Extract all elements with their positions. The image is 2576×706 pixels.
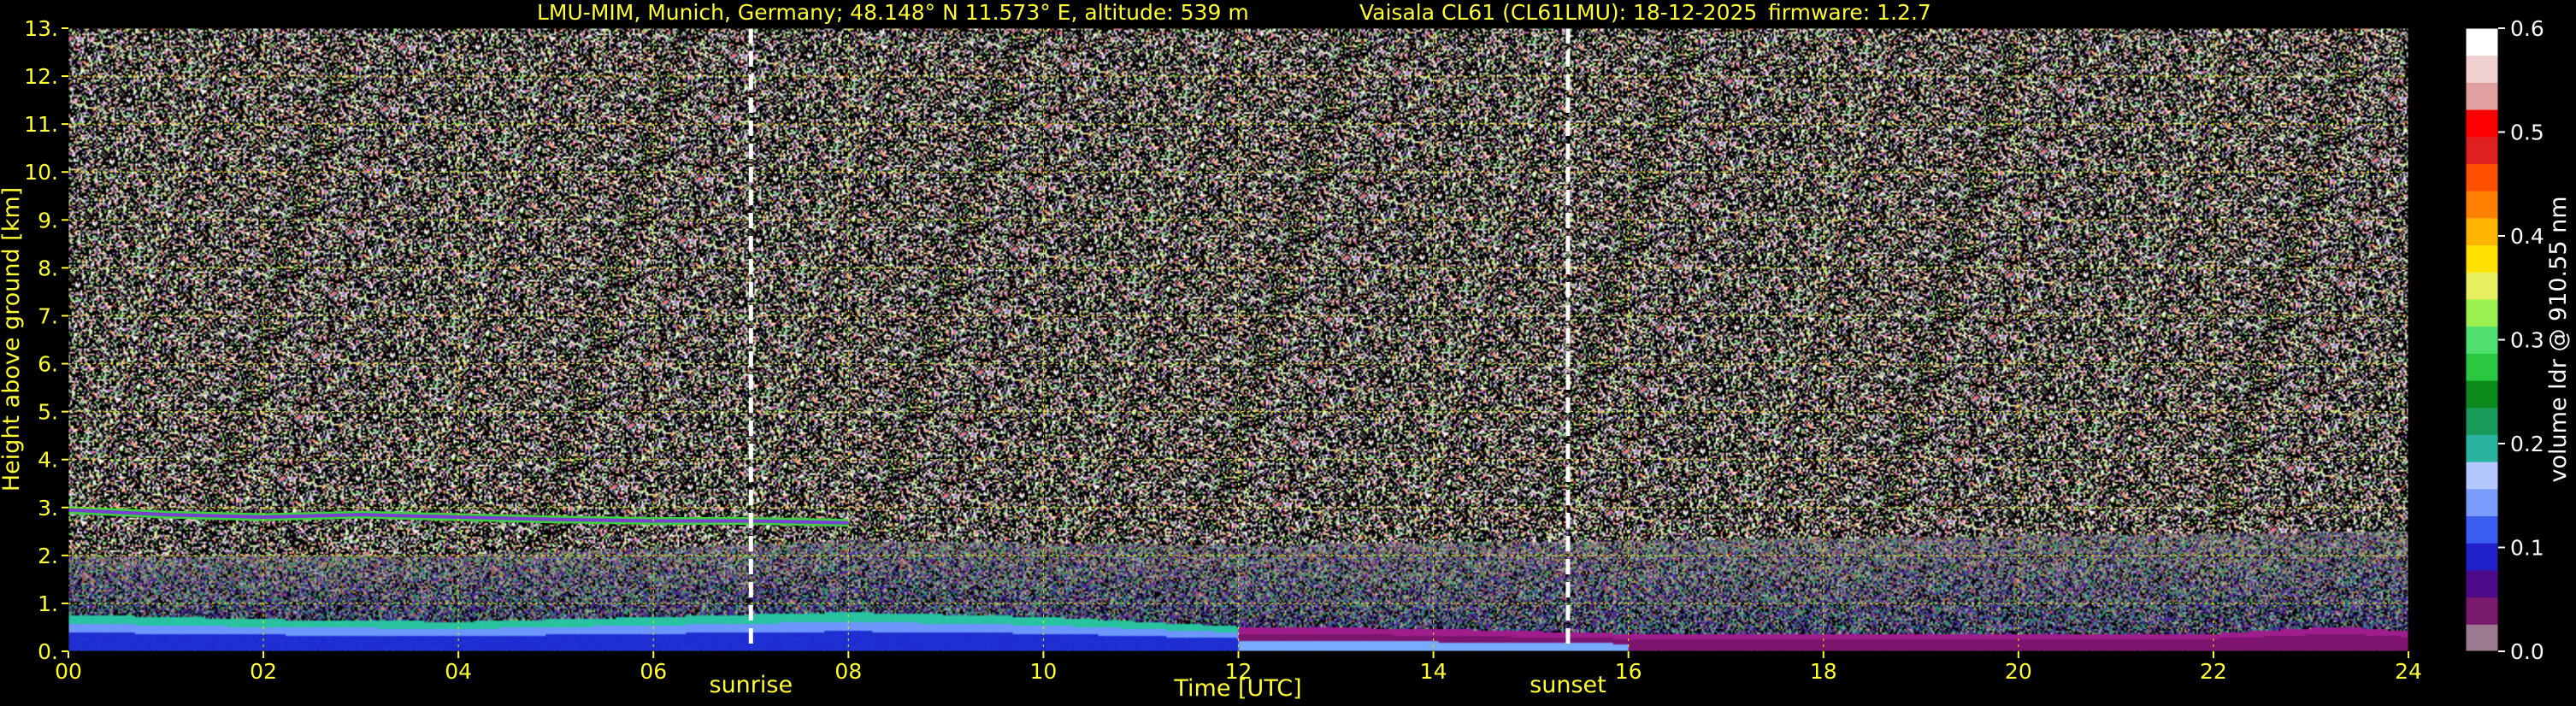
colorbar-tick-label: 0.0: [2510, 639, 2544, 664]
colorbar-label: volume ldr @ 910.55 nm: [2545, 197, 2572, 483]
colorbar-segment: [2466, 462, 2498, 490]
x-tick-label: 22: [2200, 659, 2227, 684]
colorbar-segment: [2466, 326, 2498, 354]
colorbar-segment: [2466, 244, 2498, 273]
colorbar-segment: [2466, 191, 2498, 219]
y-tick-label: 0.: [38, 639, 58, 664]
x-axis-label: Time [UTC]: [1173, 675, 1301, 702]
colorbar-tick-label: 0.5: [2510, 121, 2544, 145]
chart-title-station: LMU-MIM, Munich, Germany; 48.148° N 11.5…: [537, 0, 1249, 25]
colorbar-segment: [2466, 163, 2498, 191]
x-tick-label: 10: [1030, 659, 1058, 684]
y-tick-label: 12.: [24, 64, 58, 89]
ldr-time-height-plot: LMU-MIM, Munich, Germany; 48.148° N 11.5…: [0, 0, 2572, 702]
y-axis-label: Height above ground [km]: [0, 187, 25, 491]
colorbar-segment: [2466, 569, 2498, 598]
colorbar-segment: [2466, 136, 2498, 164]
y-tick-label: 9.: [38, 208, 58, 232]
plot-area: [68, 28, 2408, 651]
ceilometer-figure: LMU-MIM, Munich, Germany; 48.148° N 11.5…: [0, 0, 2576, 706]
sun-marker-label: sunset: [1530, 672, 1606, 698]
colorbar-segment: [2466, 298, 2498, 327]
x-tick-label: 14: [1420, 659, 1447, 684]
y-tick-label: 7.: [38, 303, 58, 328]
y-tick-label: 8.: [38, 256, 58, 280]
y-tick-label: 5.: [38, 400, 58, 425]
colorbar-segment: [2466, 488, 2498, 517]
chart-title-firmware: firmware: 1.2.7: [1768, 0, 1931, 25]
colorbar-segment: [2466, 28, 2498, 56]
colorbar-segment: [2466, 624, 2498, 652]
colorbar: 0.0 0.1 0.2 0.3 0.4 0.5 0.6: [2465, 16, 2544, 664]
x-tick-label: 04: [445, 659, 472, 684]
x-tick-label: 00: [55, 659, 82, 684]
y-axis: 0. 1. 2. 3. 4. 5. 6. 7. 8. 9. 10. 11. 12. 13.: [24, 16, 68, 664]
colorbar-segment: [2466, 597, 2498, 625]
y-tick-label: 10.: [24, 160, 58, 185]
x-tick-label: 16: [1615, 659, 1642, 684]
x-tick-label: 06: [640, 659, 667, 684]
colorbar-segment: [2466, 543, 2498, 571]
colorbar-tick-label: 0.1: [2510, 536, 2544, 561]
colorbar-segment: [2466, 515, 2498, 544]
colorbar-tick-label: 0.3: [2510, 328, 2544, 353]
colorbar-segment: [2466, 109, 2498, 138]
y-tick-label: 13.: [24, 16, 58, 41]
chart-title-instrument: Vaisala CL61 (CL61LMU): 18-12-2025: [1359, 0, 1757, 25]
colorbar-segment: [2466, 380, 2498, 409]
x-tick-label: 08: [834, 659, 862, 684]
y-tick-label: 6.: [38, 352, 58, 377]
colorbar-segment: [2466, 82, 2498, 110]
x-tick-label: 18: [1810, 659, 1837, 684]
colorbar-segment: [2466, 217, 2498, 246]
colorbar-segment: [2466, 407, 2498, 435]
colorbar-tick-label: 0.4: [2510, 224, 2544, 249]
colorbar-segment: [2466, 272, 2498, 300]
y-tick-label: 2.: [38, 544, 58, 568]
y-tick-label: 11.: [24, 112, 58, 137]
colorbar-segment: [2466, 353, 2498, 381]
colorbar-segment: [2466, 434, 2498, 462]
sun-marker-label: sunrise: [710, 672, 793, 698]
y-tick-label: 3.: [38, 496, 58, 521]
colorbar-segment: [2466, 55, 2498, 83]
x-tick-label: 24: [2395, 659, 2422, 684]
y-tick-label: 4.: [38, 448, 58, 473]
y-tick-label: 1.: [38, 591, 58, 616]
colorbar-tick-label: 0.6: [2510, 16, 2544, 41]
colorbar-tick-label: 0.2: [2510, 432, 2544, 456]
x-tick-label: 02: [250, 659, 277, 684]
x-tick-label: 20: [2005, 659, 2032, 684]
